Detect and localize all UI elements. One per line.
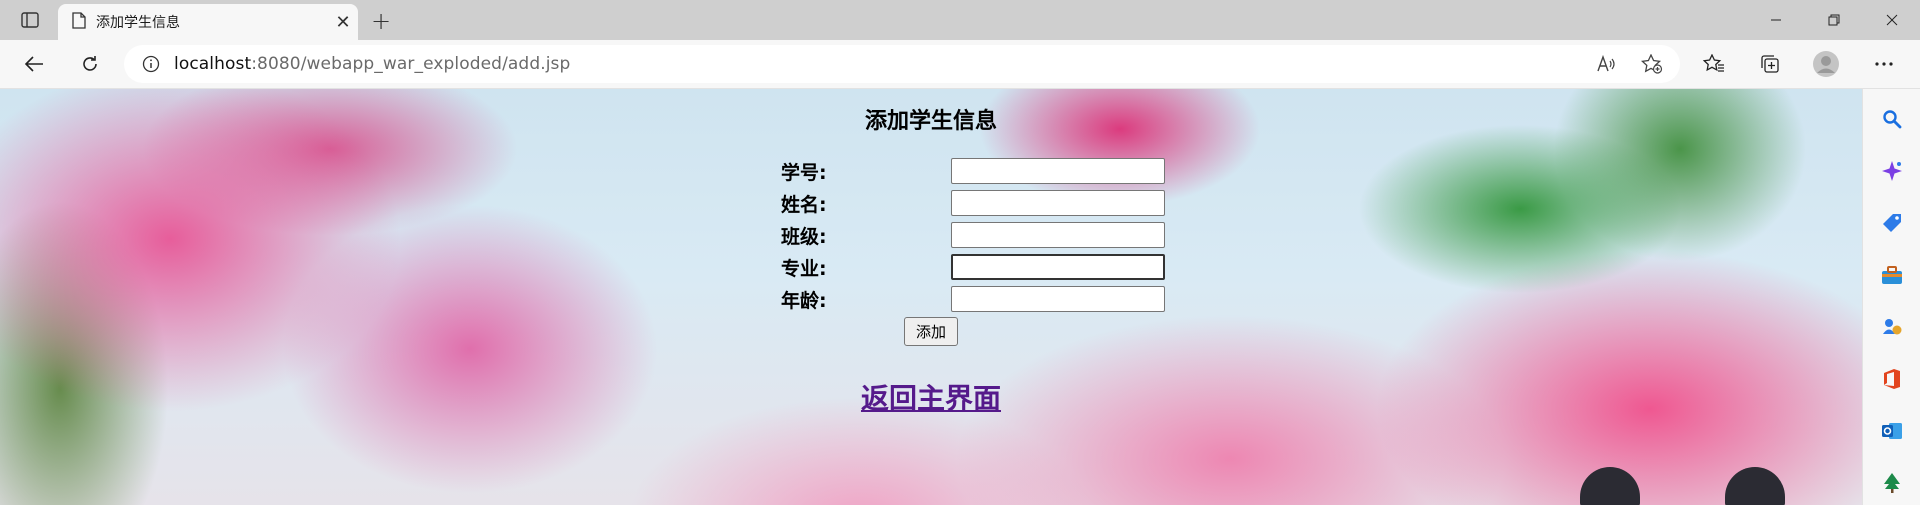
copilot-icon[interactable] <box>1876 155 1908 187</box>
address-bar[interactable]: localhost:8080/webapp_war_exploded/add.j… <box>124 45 1680 83</box>
edge-sidebar <box>1862 89 1920 505</box>
restore-icon[interactable] <box>1806 0 1862 40</box>
student-id-input[interactable] <box>951 158 1165 184</box>
page-icon <box>72 11 86 33</box>
major-input[interactable] <box>951 254 1165 280</box>
close-window-icon[interactable] <box>1864 0 1920 40</box>
new-tab-icon[interactable]: + <box>366 6 396 36</box>
active-tab[interactable]: 添加学生信息 ✕ <box>58 4 358 40</box>
url-text: localhost:8080/webapp_war_exploded/add.j… <box>174 54 570 74</box>
back-to-main-link[interactable]: 返回主界面 <box>0 377 1862 417</box>
tab-actions-icon[interactable] <box>14 8 46 32</box>
field-label: 专业: <box>781 257 827 280</box>
read-aloud-icon[interactable] <box>1590 48 1622 80</box>
minimize-icon[interactable] <box>1748 0 1804 40</box>
url-host: localhost <box>174 54 252 74</box>
name-input[interactable] <box>951 190 1165 216</box>
lamp-decoration <box>1580 467 1640 505</box>
form-row-class: 班级: <box>781 221 1181 249</box>
form-row-name: 姓名: <box>781 189 1181 217</box>
add-button[interactable]: 添加 <box>904 317 958 346</box>
browser-toolbar: localhost:8080/webapp_war_exploded/add.j… <box>0 40 1920 89</box>
refresh-icon[interactable] <box>72 48 108 80</box>
outlook-icon[interactable] <box>1876 415 1908 447</box>
field-label: 姓名: <box>781 193 827 216</box>
field-label: 学号: <box>781 161 827 184</box>
age-input[interactable] <box>951 286 1165 312</box>
page-title: 添加学生信息 <box>864 109 997 134</box>
shopping-tag-icon[interactable] <box>1876 207 1908 239</box>
form-row-age: 年龄: <box>781 285 1181 313</box>
more-menu-icon[interactable] <box>1866 48 1902 80</box>
back-arrow-icon[interactable] <box>16 48 52 80</box>
profile-avatar-icon[interactable] <box>1808 48 1844 80</box>
collections-icon[interactable] <box>1752 48 1788 80</box>
add-favorite-icon[interactable] <box>1636 48 1668 80</box>
form-row-student-id: 学号: <box>781 157 1181 185</box>
tab-strip: 添加学生信息 ✕ + <box>0 0 1920 40</box>
favorites-icon[interactable] <box>1696 48 1732 80</box>
class-input[interactable] <box>951 222 1165 248</box>
field-label: 班级: <box>781 225 827 248</box>
url-path: :8080/webapp_war_exploded/add.jsp <box>251 54 571 74</box>
form-row-major: 专业: <box>781 253 1181 281</box>
field-label: 年龄: <box>781 289 827 312</box>
site-info-icon[interactable] <box>128 55 174 73</box>
games-icon[interactable] <box>1876 311 1908 343</box>
office-icon[interactable] <box>1876 363 1908 395</box>
tab-title: 添加学生信息 <box>96 15 180 31</box>
tree-icon[interactable] <box>1876 467 1908 499</box>
page-viewport: 添加学生信息 学号: 姓名: 班级: 专业: 年龄: 添加 返回主界面 <box>0 89 1862 505</box>
lamp-decoration <box>1725 467 1785 505</box>
tools-icon[interactable] <box>1876 259 1908 291</box>
search-icon[interactable] <box>1876 103 1908 135</box>
close-tab-icon[interactable]: ✕ <box>328 7 358 37</box>
